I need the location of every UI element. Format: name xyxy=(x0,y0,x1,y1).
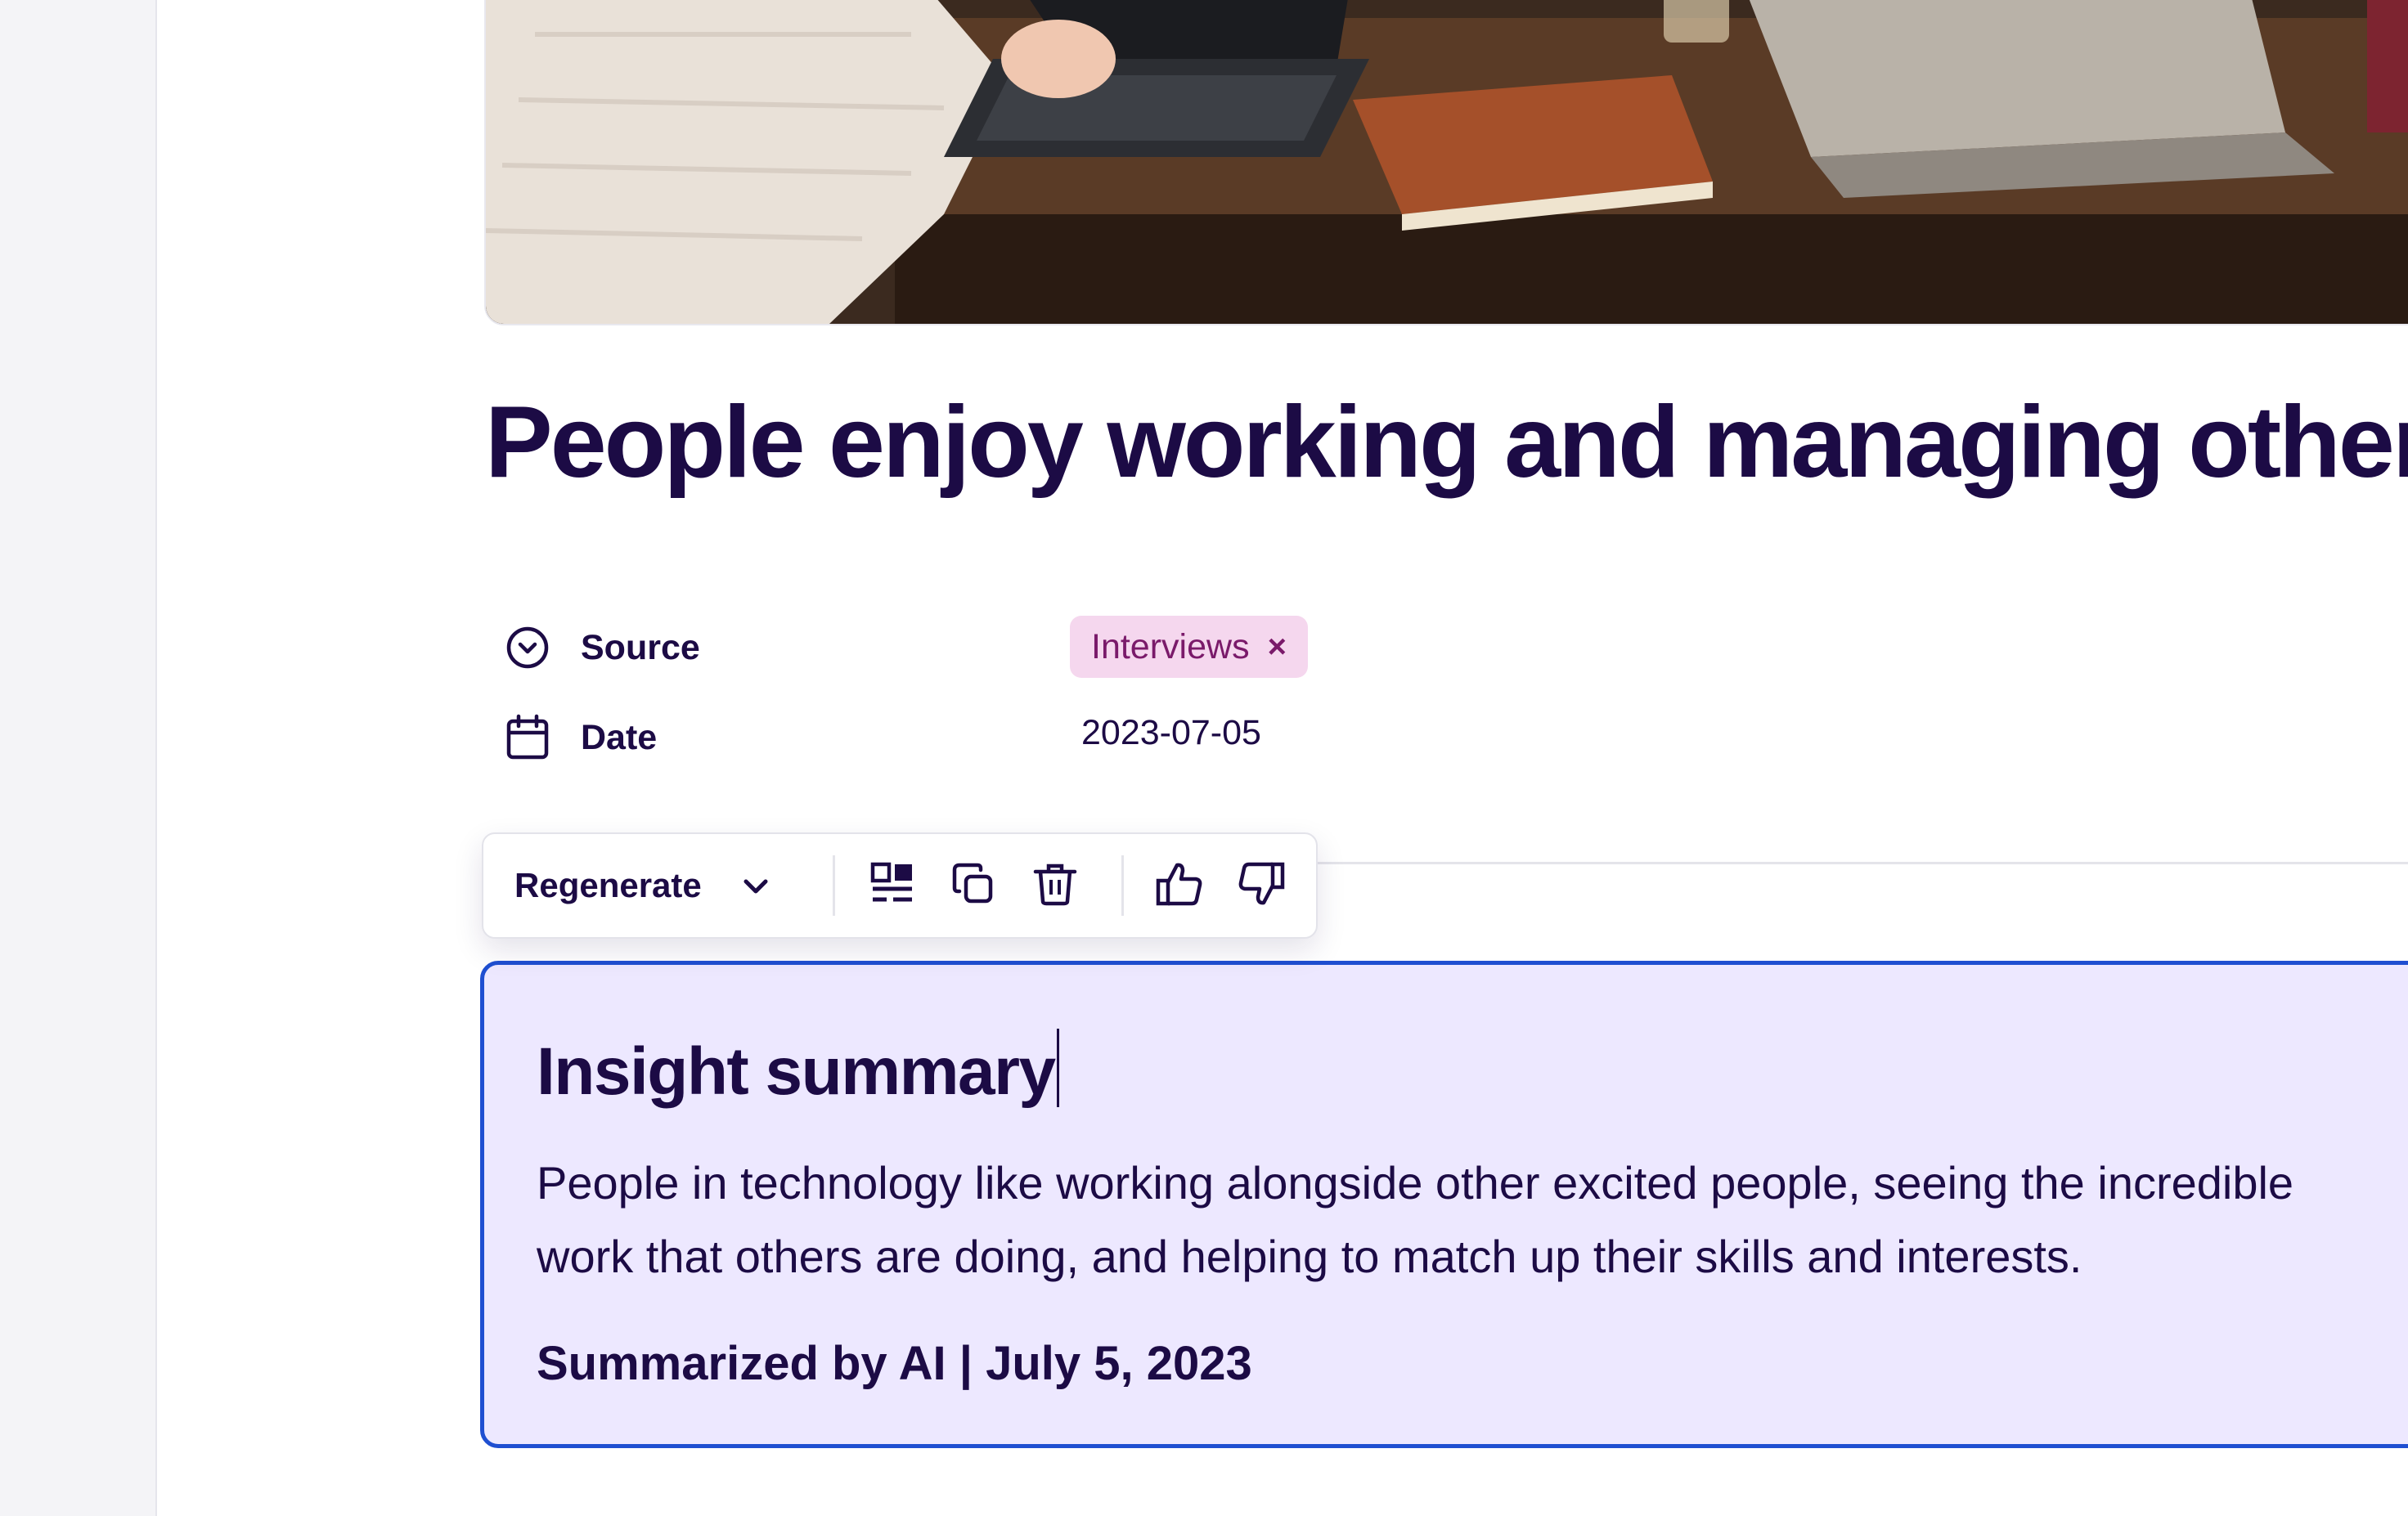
summary-body-line: People in technology like working alongs… xyxy=(537,1157,2294,1209)
thumbs-up-button[interactable] xyxy=(1151,857,1208,914)
hero-image xyxy=(484,0,2408,325)
trash-icon xyxy=(1033,862,1077,910)
summary-body-line: work that others are doing, and helping … xyxy=(537,1231,2082,1282)
summary-title-text: Insight summary xyxy=(537,1034,1056,1109)
chevron-down-icon xyxy=(741,866,770,905)
section-divider xyxy=(1309,862,2408,864)
regenerate-label: Regenerate xyxy=(514,866,702,904)
property-date: Date xyxy=(504,711,657,764)
summary-body[interactable]: People in technology like working alongs… xyxy=(537,1146,2408,1294)
copy-icon xyxy=(951,862,995,910)
toolbar-separator xyxy=(1121,855,1124,916)
summary-meta: Summarized by AI | July 5, 2023 xyxy=(537,1337,1252,1390)
calendar-icon xyxy=(504,714,551,761)
page-title: People enjoy working and managing others xyxy=(485,386,2408,499)
remove-tag-icon[interactable]: × xyxy=(1268,630,1287,663)
copy-button[interactable] xyxy=(945,857,1002,914)
insight-summary-card[interactable]: Insight summary People in technology lik… xyxy=(480,961,2408,1448)
thumbs-down-icon xyxy=(1238,861,1285,911)
source-tag-label: Interviews xyxy=(1091,626,1250,666)
regenerate-button[interactable]: Regenerate xyxy=(514,834,770,937)
delete-button[interactable] xyxy=(1027,857,1084,914)
ai-summary-toolbar: Regenerate xyxy=(482,832,1318,939)
property-label-date: Date xyxy=(581,717,658,757)
source-tag[interactable]: Interviews × xyxy=(1070,616,1308,678)
summary-title[interactable]: Insight summary xyxy=(537,1029,1059,1110)
chevron-circle-down-icon xyxy=(504,624,551,671)
layout-icon xyxy=(870,862,914,910)
property-label-source: Source xyxy=(581,627,700,667)
toolbar-separator xyxy=(833,855,835,916)
left-gutter xyxy=(0,0,157,1516)
date-value[interactable]: 2023-07-05 xyxy=(1081,713,1261,753)
thumbs-down-button[interactable] xyxy=(1233,857,1290,914)
text-caret xyxy=(1056,1029,1059,1107)
layout-button[interactable] xyxy=(864,857,921,914)
property-source: Source xyxy=(504,621,700,674)
thumbs-up-icon xyxy=(1156,861,1203,911)
